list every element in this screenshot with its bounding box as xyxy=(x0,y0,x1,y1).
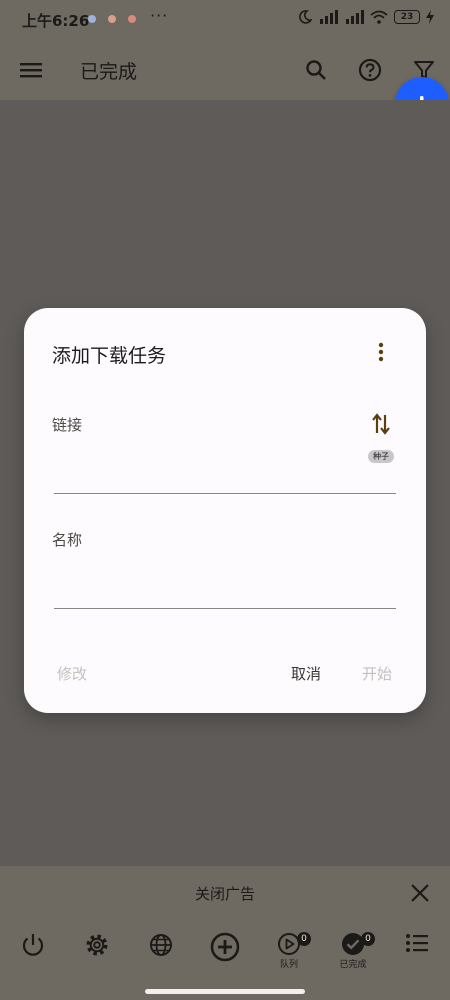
seed-chip[interactable]: 种子 xyxy=(368,450,394,463)
completed-count-badge: 0 xyxy=(361,932,375,946)
moon-icon xyxy=(299,10,312,24)
notification-dot-icon xyxy=(108,15,116,23)
list-icon xyxy=(406,934,428,952)
search-icon[interactable] xyxy=(300,54,332,86)
signal-icon xyxy=(320,10,338,24)
app-bar: 已完成 xyxy=(0,40,450,100)
charging-icon xyxy=(426,10,434,24)
bottom-nav: 队列 0 已完成 0 xyxy=(0,920,450,1000)
power-icon xyxy=(22,934,44,956)
nav-completed-label: 已完成 xyxy=(339,960,367,970)
nav-browser[interactable] xyxy=(136,932,186,992)
cancel-button[interactable]: 取消 xyxy=(291,663,321,684)
status-bar: 上午6:26 ··· 23 xyxy=(0,0,450,40)
page-title: 已完成 xyxy=(80,61,138,83)
nav-settings[interactable] xyxy=(72,932,122,992)
signal-icon xyxy=(346,10,364,24)
status-time: 上午6:26 xyxy=(22,12,90,30)
nav-power[interactable] xyxy=(8,932,58,992)
name-input-underline[interactable] xyxy=(54,608,396,609)
ad-bar: 关闭广告 xyxy=(0,866,450,920)
wifi-icon xyxy=(370,10,388,24)
close-icon[interactable] xyxy=(410,883,432,905)
add-circle-icon xyxy=(210,932,240,962)
close-ad-text[interactable]: 关闭广告 xyxy=(0,883,450,904)
link-input-underline[interactable] xyxy=(54,493,396,494)
status-icons: 23 xyxy=(298,10,434,24)
queue-count-badge: 0 xyxy=(297,932,311,946)
home-indicator[interactable] xyxy=(145,989,305,994)
menu-icon[interactable] xyxy=(15,54,47,86)
nav-completed[interactable]: 已完成 0 xyxy=(328,932,378,992)
help-icon[interactable] xyxy=(354,54,386,86)
globe-icon xyxy=(150,934,172,956)
nav-list[interactable] xyxy=(392,932,442,992)
nav-queue-label: 队列 xyxy=(279,960,298,970)
nav-queue[interactable]: 队列 0 xyxy=(264,932,314,992)
battery-icon: 23 xyxy=(394,10,420,24)
nav-add[interactable] xyxy=(200,932,250,992)
add-download-dialog: 添加下载任务 链接 种子 名称 修改 取消 开始 xyxy=(24,308,426,713)
dialog-title: 添加下载任务 xyxy=(52,345,167,367)
status-more: ··· xyxy=(150,6,169,25)
swap-vert-icon[interactable] xyxy=(370,412,392,436)
gear-icon xyxy=(86,934,108,956)
more-vert-icon[interactable] xyxy=(370,340,392,364)
modify-button[interactable]: 修改 xyxy=(57,663,87,684)
link-label: 链接 xyxy=(52,416,83,434)
notification-dot-icon xyxy=(128,15,136,23)
start-button[interactable]: 开始 xyxy=(362,663,392,684)
name-label: 名称 xyxy=(52,531,83,549)
notification-dot-icon xyxy=(88,15,96,23)
